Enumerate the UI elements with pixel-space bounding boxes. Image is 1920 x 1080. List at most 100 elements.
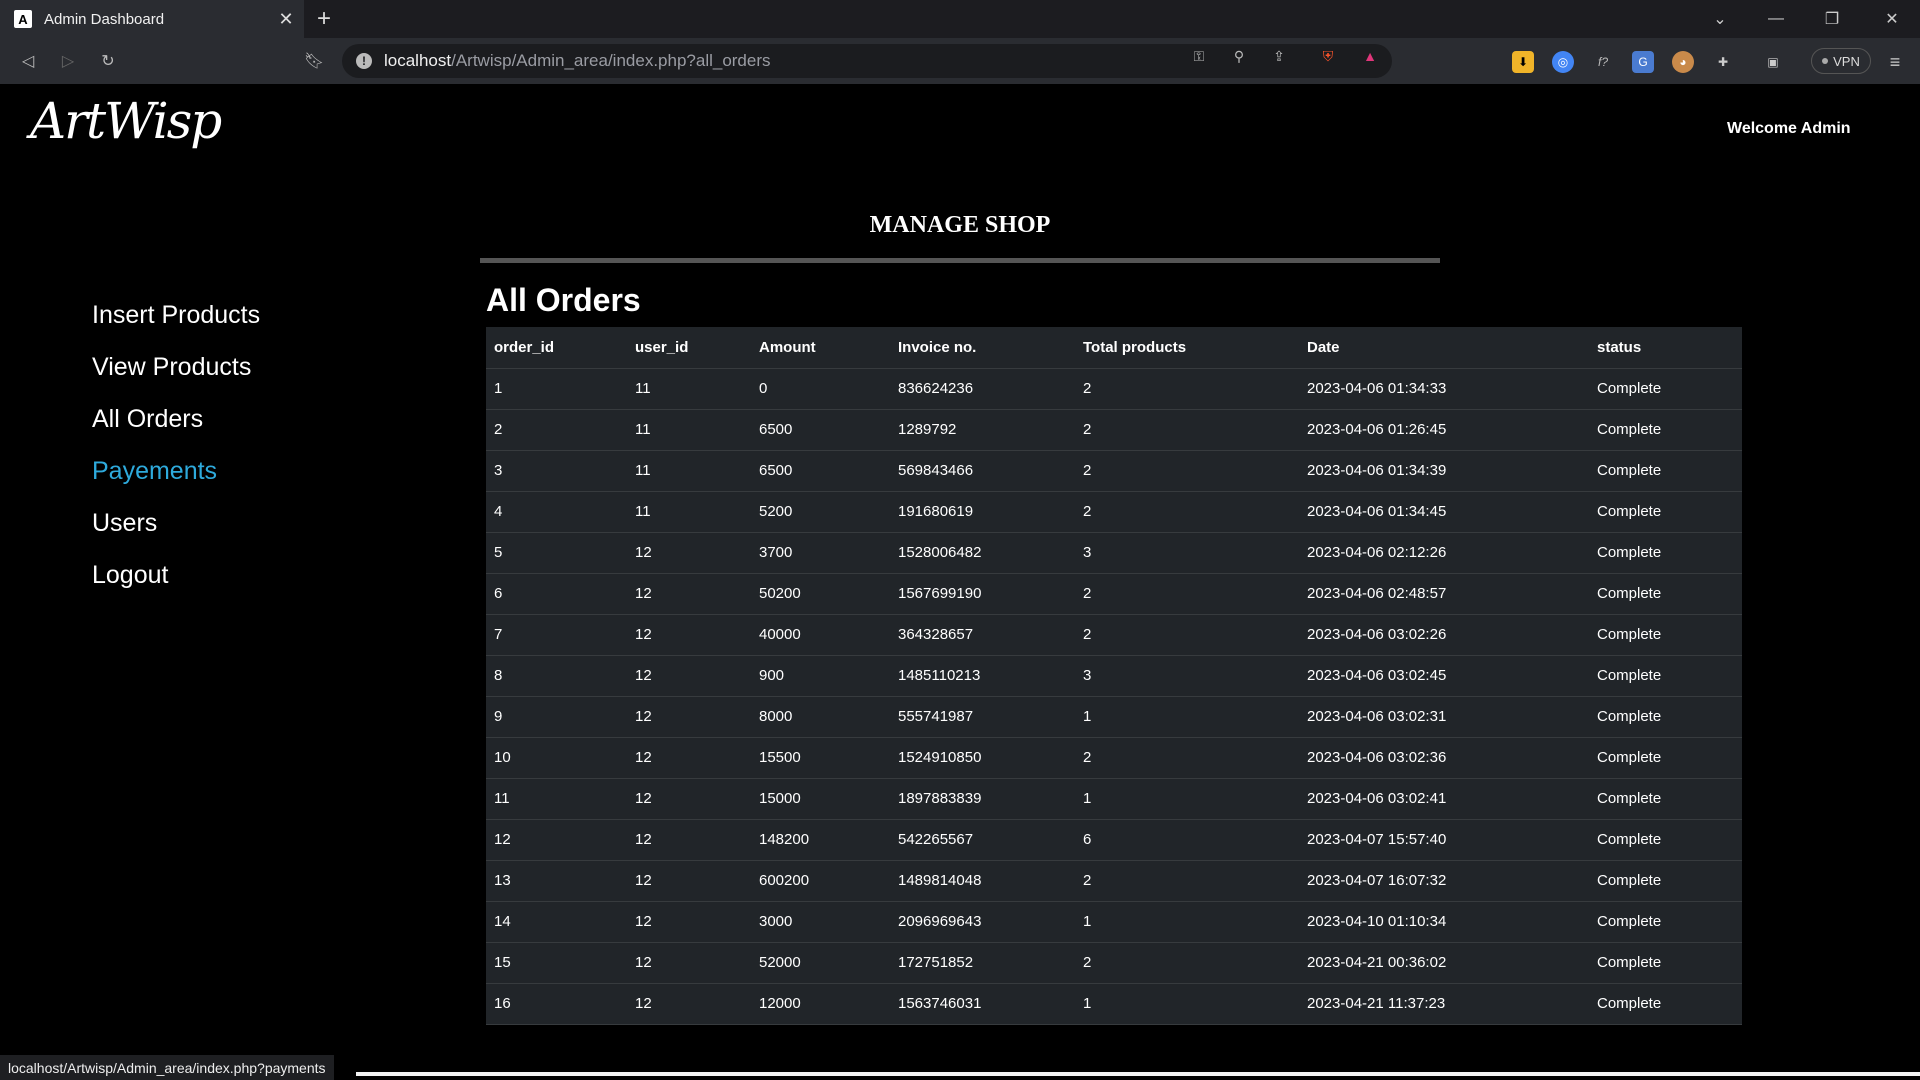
table-cell: 12 — [627, 942, 751, 984]
brave-shield-icon[interactable]: ⛨ — [1318, 46, 1338, 66]
table-row: 2 11 6500 1289792 2 2023-04-06 01:26:45 Comple… — [486, 409, 1742, 451]
brave-rewards-icon[interactable]: ▲ — [1360, 46, 1380, 66]
minimize-button[interactable]: — — [1748, 0, 1804, 38]
table-cell: 2023-04-06 01:34:33 — [1299, 368, 1589, 410]
page-heading: MANAGE SHOP — [869, 212, 1051, 238]
browser-tab-bar: A Admin Dashboard ✕ + — [0, 0, 1920, 38]
extension-icon[interactable]: ◕ — [1672, 51, 1694, 73]
table-cell: 40000 — [751, 614, 890, 656]
table-cell: 4 — [486, 491, 627, 533]
restore-button[interactable]: ❐ — [1804, 0, 1860, 38]
back-button[interactable]: ◁ — [14, 48, 42, 74]
table-cell: 52000 — [751, 942, 890, 984]
tab-list-chevron-icon[interactable]: ⌄ — [1692, 0, 1748, 38]
table-row: 5 12 3700 1528006482 3 2023-04-06 02:12:26 Com… — [486, 532, 1742, 574]
table-cell: 1489814048 — [890, 860, 1075, 902]
color-picker-extension-icon[interactable]: ◎ — [1552, 51, 1574, 73]
table-cell: 2023-04-06 02:48:57 — [1299, 573, 1589, 615]
table-cell: Complete — [1589, 409, 1742, 451]
table-cell: 12 — [627, 614, 751, 656]
table-row: 12 12 148200 542265567 6 2023-04-07 15:57:40 C… — [486, 819, 1742, 861]
table-cell: 11 — [627, 409, 751, 451]
table-cell: 1485110213 — [890, 655, 1075, 697]
table-row: 4 11 5200 191680619 2 2023-04-06 01:34:45 Comp… — [486, 491, 1742, 533]
table-cell: 10 — [486, 737, 627, 779]
key-icon[interactable]: ⚿ — [1189, 46, 1209, 66]
table-row: 13 12 600200 1489814048 2 2023-04-07 16:07:32… — [486, 860, 1742, 902]
reload-button[interactable]: ↻ — [94, 48, 122, 74]
table-cell: 12 — [627, 737, 751, 779]
table-cell: Complete — [1589, 614, 1742, 656]
table-cell: 2023-04-06 01:34:45 — [1299, 491, 1589, 533]
table-cell: 1897883839 — [890, 778, 1075, 820]
table-row: 3 11 6500 569843466 2 2023-04-06 01:34:39 Comp… — [486, 450, 1742, 492]
table-cell: 16 — [486, 983, 627, 1025]
table-row: 11 12 15000 1897883839 1 2023-04-06 03:02:41 C… — [486, 778, 1742, 820]
table-cell: 1 — [1075, 983, 1299, 1025]
table-cell: 3000 — [751, 901, 890, 943]
table-cell: 12 — [627, 778, 751, 820]
table-cell: 11 — [627, 450, 751, 492]
table-cell: 11 — [627, 491, 751, 533]
vpn-button[interactable]: VPN — [1811, 48, 1871, 74]
favicon-icon: A — [14, 10, 32, 28]
table-row: 14 12 3000 2096969643 1 2023-04-10 01:10:34 Co… — [486, 901, 1742, 943]
table-cell: 1 — [1075, 901, 1299, 943]
sidebar-item-payements[interactable]: Payements — [92, 450, 260, 502]
forward-button[interactable]: ▷ — [54, 48, 82, 74]
sidebar-item-logout[interactable]: Logout — [92, 554, 260, 606]
table-cell: 14 — [486, 901, 627, 943]
zoom-icon[interactable]: ⚲ — [1229, 46, 1249, 66]
table-cell: 1 — [1075, 696, 1299, 738]
wallet-icon[interactable]: ▣ — [1762, 51, 1784, 73]
sidebar-item-insert-products[interactable]: Insert Products — [92, 294, 260, 346]
table-cell: 12 — [627, 901, 751, 943]
site-info-icon[interactable]: ! — [356, 53, 372, 69]
table-cell: 5200 — [751, 491, 890, 533]
share-icon[interactable]: ⇪ — [1269, 46, 1289, 66]
translate-extension-icon[interactable]: G — [1632, 51, 1654, 73]
sidebar-item-users[interactable]: Users — [92, 502, 260, 554]
menu-icon[interactable]: ≡ — [1884, 51, 1906, 73]
sidebar-item-all-orders[interactable]: All Orders — [92, 398, 260, 450]
table-cell: 364328657 — [890, 614, 1075, 656]
table-cell: 191680619 — [890, 491, 1075, 533]
fonts-extension-icon[interactable]: f? — [1592, 51, 1614, 73]
table-cell: 2023-04-06 02:12:26 — [1299, 532, 1589, 574]
bookmark-icon[interactable]: 🔖︎ — [300, 48, 328, 74]
table-cell: 11 — [486, 778, 627, 820]
site-logo[interactable]: ArtWisp — [30, 92, 222, 150]
table-cell: 2 — [1075, 614, 1299, 656]
table-cell: 569843466 — [890, 450, 1075, 492]
new-tab-button[interactable]: + — [304, 0, 344, 38]
table-cell: 7 — [486, 614, 627, 656]
browser-toolbar: ◁ ▷ ↻ 🔖︎ ! localhost/Artwisp/Admin_area/… — [0, 38, 1920, 84]
table-cell: 836624236 — [890, 368, 1075, 410]
close-window-button[interactable]: ✕ — [1864, 0, 1920, 38]
table-cell: 2 — [1075, 409, 1299, 451]
table-cell: 3 — [486, 450, 627, 492]
table-cell: 2 — [1075, 573, 1299, 615]
table-cell: 2023-04-06 03:02:26 — [1299, 614, 1589, 656]
table-cell: 2023-04-06 03:02:31 — [1299, 696, 1589, 738]
table-cell: Complete — [1589, 573, 1742, 615]
table-cell: 11 — [627, 368, 751, 410]
browser-tab[interactable]: A Admin Dashboard ✕ — [0, 0, 304, 38]
table-cell: 2023-04-21 11:37:23 — [1299, 983, 1589, 1025]
table-cell: 50200 — [751, 573, 890, 615]
table-cell: 3 — [1075, 655, 1299, 697]
table-cell: Complete — [1589, 532, 1742, 574]
table-cell: 0 — [751, 368, 890, 410]
table-cell: 5 — [486, 532, 627, 574]
table-cell: 6 — [1075, 819, 1299, 861]
download-extension-icon[interactable]: ⬇ — [1512, 51, 1534, 73]
close-tab-icon[interactable]: ✕ — [276, 9, 296, 29]
table-cell: 1 — [486, 368, 627, 410]
puzzle-extensions-icon[interactable]: ✚ — [1712, 51, 1734, 73]
table-cell: 2 — [1075, 368, 1299, 410]
table-row: 15 12 52000 172751852 2 2023-04-21 00:36:02 Co… — [486, 942, 1742, 984]
sidebar-item-view-products[interactable]: View Products — [92, 346, 260, 398]
table-cell: Complete — [1589, 901, 1742, 943]
table-cell: 2 — [1075, 450, 1299, 492]
table-cell: 15500 — [751, 737, 890, 779]
